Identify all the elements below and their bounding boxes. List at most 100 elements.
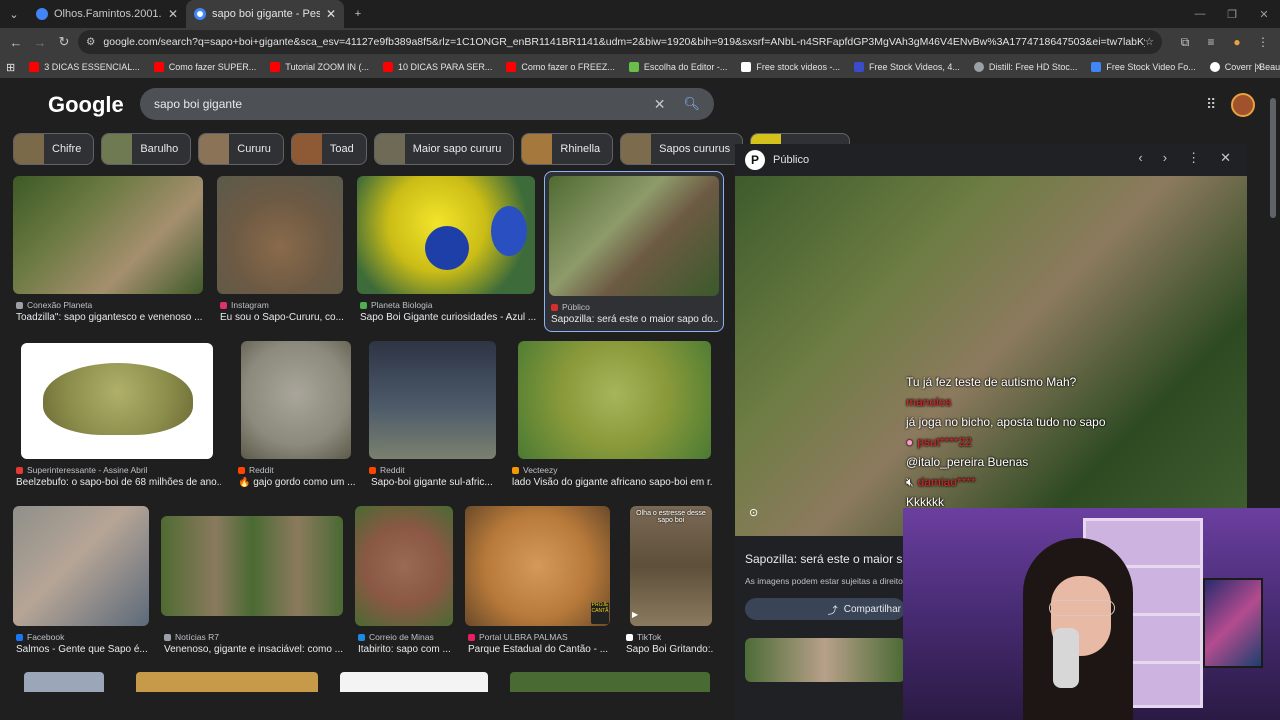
result-title[interactable]: Sapozilla: será este o maior sapo do... (551, 314, 719, 325)
result-title[interactable]: Sapo Boi Gigante curiosidades - Azul ... (360, 312, 538, 323)
more-icon[interactable]: ⋮ (1187, 150, 1200, 166)
chip-sapos-cururus[interactable]: Sapos cururus (620, 133, 744, 165)
instagram-icon (220, 301, 227, 309)
tab-search-button[interactable]: ⌄ (0, 0, 28, 28)
bookmark-item[interactable]: Tutorial ZOOM IN (... (270, 62, 369, 72)
google-logo[interactable]: Google (48, 92, 124, 118)
result-title[interactable]: Sapo-boi gigante sul-afric... (371, 477, 497, 488)
result-title[interactable]: 🔥 gajo gordo como um ... (238, 477, 356, 488)
result-card[interactable]: PROJE CANTÃ Portal ULBRA PALMAS Parque E… (465, 506, 615, 660)
close-icon[interactable]: ✕ (1220, 150, 1231, 166)
chip-maior-sapo-cururu[interactable]: Maior sapo cururu (373, 133, 515, 165)
result-image[interactable] (630, 506, 712, 626)
menu-icon[interactable]: ⋮ (1250, 35, 1276, 49)
result-image[interactable] (13, 176, 203, 294)
result-image[interactable] (549, 176, 719, 296)
search-icon[interactable]: 🔍︎ (683, 96, 700, 112)
result-image[interactable] (340, 672, 488, 692)
browser-tab-1[interactable]: Olhos.Famintos.2001.REMASTE ✕ (28, 0, 186, 28)
result-card[interactable]: Vecteezy lado Visão do gigante africano … (512, 341, 716, 493)
site-info-icon[interactable]: ⚙ (86, 36, 95, 48)
result-image[interactable] (24, 672, 104, 692)
bookmark-item[interactable]: Coverr | Beautiful, fr... (1209, 62, 1280, 72)
panel-source[interactable]: Público (773, 154, 809, 166)
minimize-icon[interactable]: — (1184, 0, 1216, 28)
more-bookmarks-icon[interactable]: » (1256, 61, 1262, 73)
bookmark-item[interactable]: Free stock videos -... (741, 62, 840, 72)
bookmark-item[interactable]: 3 DICAS ESSENCIAL... (29, 62, 140, 72)
media-control-icon[interactable]: ≡ (1198, 35, 1224, 49)
bookmark-item[interactable]: Como fazer SUPER... (153, 62, 256, 72)
result-image[interactable] (161, 516, 343, 616)
maximize-icon[interactable]: ❐ (1216, 0, 1248, 28)
result-title[interactable]: Salmos - Gente que Sapo é... (16, 644, 152, 655)
bookmark-item[interactable]: Distill: Free HD Stoc... (973, 62, 1077, 72)
result-title[interactable]: Sapo Boi Gritando:... (626, 644, 714, 655)
search-box[interactable]: sapo boi gigante ✕ 🔍︎ (140, 88, 714, 120)
panel-title[interactable]: Sapozilla: será este o maior sa (745, 552, 909, 566)
apps-grid-icon[interactable]: ⠿ (1206, 96, 1216, 113)
result-card[interactable]: Correio de Minas Itabirito: sapo com ... (355, 506, 455, 660)
close-icon[interactable]: ✕ (168, 7, 178, 21)
result-title[interactable]: lado Visão do gigante africano sapo-boi … (512, 477, 712, 488)
close-window-icon[interactable]: ✕ (1248, 0, 1280, 28)
scrollbar[interactable] (1270, 98, 1276, 218)
chip-chifre[interactable]: Chifre (13, 133, 95, 165)
result-title[interactable]: Itabirito: sapo com ... (358, 644, 454, 655)
clear-icon[interactable]: ✕ (654, 96, 666, 113)
result-title[interactable]: Parque Estadual do Cantão - ... (468, 644, 613, 655)
new-tab-button[interactable]: + (344, 0, 372, 28)
result-image[interactable] (465, 506, 610, 626)
previous-icon[interactable]: ‹ (1138, 150, 1142, 166)
avatar[interactable] (1231, 93, 1255, 117)
result-card[interactable]: Planeta Biologia Sapo Boi Gigante curios… (357, 176, 537, 328)
result-card[interactable]: Conexão Planeta Toadzilla": sapo gigante… (13, 176, 205, 328)
result-image[interactable] (13, 506, 149, 626)
profile-icon[interactable]: ● (1224, 35, 1250, 49)
result-title[interactable]: Venenoso, gigante e insaciável: como ... (164, 644, 346, 655)
result-card[interactable]: Notícias R7 Venenoso, gigante e insaciáv… (161, 506, 345, 660)
chip-rhinella[interactable]: Rhinella (521, 133, 614, 165)
bookmark-item[interactable]: Como fazer o FREEZ... (506, 62, 615, 72)
result-title[interactable]: Toadzilla": sapo gigantesco e venenoso .… (16, 312, 204, 323)
address-bar[interactable]: ⚙ google.com/search?q=sapo+boi+gigante&s… (78, 30, 1162, 54)
chip-toad[interactable]: Toad (290, 133, 367, 165)
drive-icon (36, 8, 48, 20)
forward-icon[interactable]: → (28, 35, 52, 50)
result-image[interactable] (136, 672, 318, 692)
result-image[interactable] (241, 341, 351, 459)
result-card[interactable]: Superinteressante - Assine Abril Beelzeb… (13, 341, 223, 493)
share-button[interactable]: ⤴ Compartilhar (745, 598, 905, 620)
search-input[interactable]: sapo boi gigante (154, 97, 654, 111)
result-card[interactable]: Facebook Salmos - Gente que Sapo é... (13, 506, 153, 660)
result-title[interactable]: Beelzebufo: o sapo-boi de 68 milhões de … (16, 477, 221, 488)
result-card-selected[interactable]: Público Sapozilla: será este o maior sap… (544, 171, 724, 332)
back-icon[interactable]: ← (4, 35, 28, 50)
chip-cururu[interactable]: Cururu (198, 133, 284, 165)
result-card[interactable]: Reddit 🔥 gajo gordo como um ... (237, 341, 357, 493)
bookmark-item[interactable]: Free Stock Video Fo... (1091, 62, 1196, 72)
chip-barulho[interactable]: Barulho (101, 133, 192, 165)
result-card[interactable]: Reddit Sapo-boi gigante sul-afric... (368, 341, 498, 493)
related-image[interactable] (745, 638, 905, 682)
result-image[interactable] (355, 506, 453, 626)
bookmark-star-icon[interactable]: ☆ (1145, 36, 1154, 48)
reload-icon[interactable]: ↻ (52, 34, 76, 50)
browser-tab-2[interactable]: sapo boi gigante - Pesquisa Go ✕ (186, 0, 344, 28)
result-image[interactable] (518, 341, 711, 459)
result-image[interactable] (217, 176, 343, 294)
extensions-icon[interactable]: ⧉ (1172, 35, 1198, 50)
bookmark-item[interactable]: Escolha do Editor -... (628, 62, 727, 72)
bookmark-label: Free stock videos -... (756, 62, 840, 72)
result-card[interactable]: Instagram Eu sou o Sapo-Cururu, co... (217, 176, 345, 328)
bookmark-item[interactable]: Free Stock Videos, 4... (853, 62, 960, 72)
result-image[interactable] (369, 341, 496, 459)
apps-grid-icon[interactable]: ⊞ (6, 61, 15, 74)
lens-icon[interactable]: ⊙ (749, 506, 758, 519)
result-title[interactable]: Eu sou o Sapo-Cururu, co... (220, 312, 348, 323)
bookmark-item[interactable]: 10 DICAS PARA SER... (382, 62, 492, 72)
close-icon[interactable]: ✕ (326, 7, 336, 21)
result-image[interactable] (510, 672, 710, 692)
next-icon[interactable]: › (1163, 150, 1167, 166)
result-card[interactable]: Olha o estresse desse sapo boi ▶ TikTok … (626, 506, 716, 660)
